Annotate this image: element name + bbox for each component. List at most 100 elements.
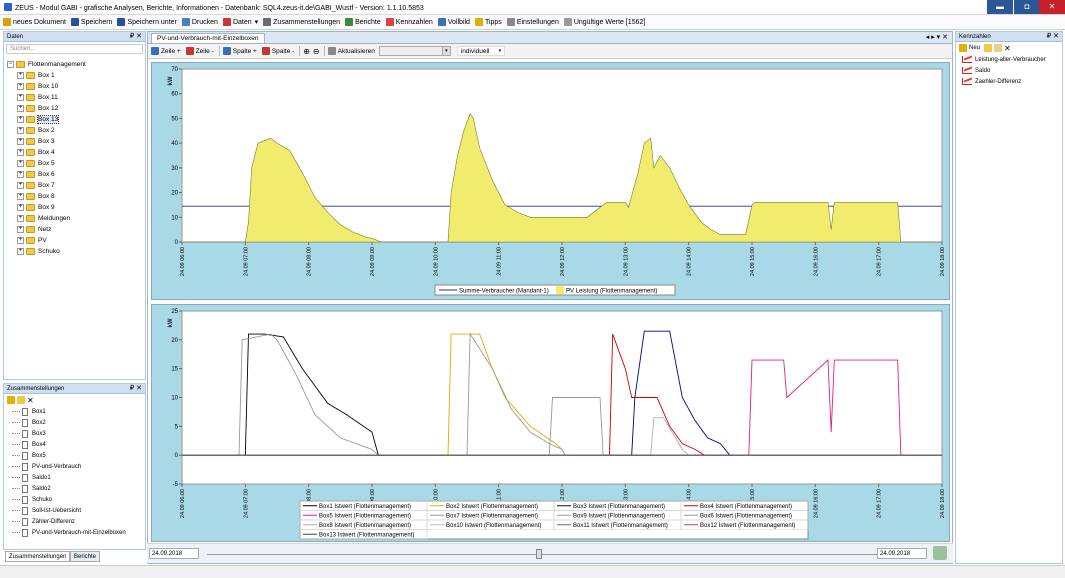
time-slider-handle[interactable] — [536, 549, 542, 559]
list-item[interactable]: Schuko — [12, 494, 145, 505]
maximize-button[interactable]: ◘ — [1014, 0, 1040, 14]
period-select[interactable]: ▾ — [378, 46, 451, 56]
data-tree: − Flottenmanagement + Box 1 + Box 10 + Box 11 + B… — [7, 59, 86, 257]
expand-icon[interactable]: + — [17, 149, 24, 156]
folder-icon[interactable] — [984, 44, 993, 52]
tree-item[interactable]: + Box 8 — [7, 191, 86, 202]
toolbar-button-4[interactable]: Daten ▾ — [222, 18, 258, 26]
tree-item[interactable]: + Box 12 — [7, 103, 86, 114]
list-item[interactable]: Zaehler-Differenz — [956, 76, 1062, 87]
list-item[interactable]: Box1 — [12, 406, 145, 417]
list-item[interactable]: Box2 — [12, 417, 145, 428]
tree-item[interactable]: + Box 11 — [7, 92, 86, 103]
list-item[interactable]: Box5 — [12, 450, 145, 461]
trash-icon[interactable] — [933, 546, 947, 560]
expand-icon[interactable]: + — [17, 138, 24, 145]
expand-icon[interactable]: + — [17, 171, 24, 178]
tree-item[interactable]: + Schuko — [7, 246, 86, 257]
zoom-out-icon[interactable]: ⊖ — [313, 47, 320, 56]
list-item[interactable]: PV-und-Verbrauch — [12, 461, 145, 472]
x-tick-label: 24.09 18:00 — [940, 489, 946, 518]
tree-item[interactable]: + Box 1 — [7, 70, 86, 81]
new-folder-icon[interactable] — [7, 396, 15, 404]
toolbar-button-5[interactable]: Zusammenstellungen — [263, 18, 340, 26]
tab-berichte[interactable]: Berichte — [70, 551, 101, 562]
minimize-button[interactable]: ▬ — [987, 0, 1013, 14]
zoom-in-icon[interactable]: ⊕ — [303, 47, 310, 56]
pin-close-icon[interactable]: ₽ ✕ — [1047, 32, 1059, 42]
tree-item[interactable]: + Box 2 — [7, 125, 86, 136]
tab-controls[interactable]: ◂ ▸ ▾ ✕ — [926, 33, 948, 41]
date-from-input[interactable]: 24.09.2018 — [149, 548, 199, 559]
spalte-add-button[interactable]: Spalte + — [233, 48, 257, 55]
search-input[interactable]: Suchen... — [6, 44, 143, 54]
tree-root[interactable]: − Flottenmanagement — [7, 59, 86, 70]
toolbar-button-0[interactable]: neues Dokument — [3, 18, 66, 26]
expand-icon[interactable]: + — [17, 237, 24, 244]
toolbar-button-8[interactable]: Vollbild — [437, 18, 470, 26]
tree-item[interactable]: + Box 7 — [7, 180, 86, 191]
expand-icon[interactable]: + — [17, 193, 24, 200]
pin-close-icon[interactable]: ₽ ✕ — [130, 384, 142, 394]
chart-line-icon — [962, 67, 972, 74]
expand-icon[interactable]: + — [17, 248, 24, 255]
open-folder-icon[interactable] — [994, 44, 1003, 52]
expand-icon[interactable]: + — [17, 226, 24, 233]
folder-icon — [26, 160, 35, 167]
list-item[interactable]: Zähler-Differenz — [12, 516, 145, 527]
list-item[interactable]: Saldo2 — [12, 483, 145, 494]
tree-item[interactable]: + PV — [7, 235, 86, 246]
new-button[interactable]: Neu — [969, 45, 980, 51]
zusammen-toolbar: ✕ — [4, 394, 145, 406]
spalte-remove-button[interactable]: Spalte - — [272, 48, 294, 55]
tree-item[interactable]: + Box 10 — [7, 81, 86, 92]
tree-item[interactable]: + Box 9 — [7, 202, 86, 213]
list-item[interactable]: Box4 — [12, 439, 145, 450]
expand-icon[interactable]: + — [17, 94, 24, 101]
aktualisieren-button[interactable]: Aktualisieren — [338, 48, 375, 55]
delete-icon[interactable]: ✕ — [1004, 44, 1011, 53]
expand-icon[interactable]: + — [17, 215, 24, 222]
toolbar-button-3[interactable]: Drucken — [181, 18, 218, 26]
tree-item[interactable]: + Box 5 — [7, 158, 86, 169]
expand-icon[interactable]: + — [17, 127, 24, 134]
expand-icon[interactable]: + — [17, 105, 24, 112]
list-item[interactable]: Saldo — [956, 65, 1062, 76]
tree-item[interactable]: + Box 13 — [7, 114, 86, 125]
toolbar-button-1[interactable]: Speichern — [70, 18, 112, 26]
mode-select[interactable]: individuell ▾ — [456, 46, 505, 56]
list-item[interactable]: PV-und-Verbrauch-mit-Einzelboxen — [12, 527, 145, 538]
tree-item[interactable]: + Box 3 — [7, 136, 86, 147]
tree-item[interactable]: + Box 6 — [7, 169, 86, 180]
expand-icon[interactable]: + — [17, 83, 24, 90]
expand-icon[interactable]: + — [17, 182, 24, 189]
list-item[interactable]: Saldo1 — [12, 472, 145, 483]
toolbar-button-10[interactable]: Einstellungen — [506, 18, 559, 26]
list-item[interactable]: Soll-Ist-Uebersicht — [12, 505, 145, 516]
time-slider-track[interactable] — [207, 554, 883, 555]
expand-icon[interactable]: + — [17, 72, 24, 79]
expand-icon[interactable]: + — [17, 160, 24, 167]
pin-close-icon[interactable]: ₽ ✕ — [130, 32, 142, 42]
zeile-remove-button[interactable]: Zeile - — [196, 48, 214, 55]
toolbar-button-2[interactable]: Speichern unter — [117, 18, 177, 26]
collapse-icon[interactable]: − — [7, 61, 14, 68]
tree-item[interactable]: + Box 4 — [7, 147, 86, 158]
toolbar-button-9[interactable]: Tipps — [474, 18, 502, 26]
folder-icon[interactable] — [17, 396, 25, 404]
zeile-add-button[interactable]: Zeile + — [161, 48, 181, 55]
toolbar-button-11[interactable]: Ungültige Werte [1562] — [563, 18, 645, 26]
delete-icon[interactable]: ✕ — [27, 396, 34, 405]
tab-document[interactable]: PV-und-Verbrauch-mit-Einzelboxen — [151, 33, 265, 43]
tab-zusammenstellungen[interactable]: Zusammenstellungen — [5, 551, 71, 562]
expand-icon[interactable]: + — [17, 116, 24, 123]
list-item[interactable]: Leistung-aller-Verbraucher — [956, 54, 1062, 65]
tree-item[interactable]: + Meldungen — [7, 213, 86, 224]
tree-item[interactable]: + Netz — [7, 224, 86, 235]
toolbar-button-7[interactable]: Kennzahlen — [385, 18, 433, 26]
expand-icon[interactable]: + — [17, 204, 24, 211]
close-button[interactable]: ✕ — [1039, 0, 1065, 14]
toolbar-button-6[interactable]: Berichte — [345, 18, 381, 26]
date-to-input[interactable]: 24.09.2018 — [877, 548, 927, 559]
list-item[interactable]: Box3 — [12, 428, 145, 439]
